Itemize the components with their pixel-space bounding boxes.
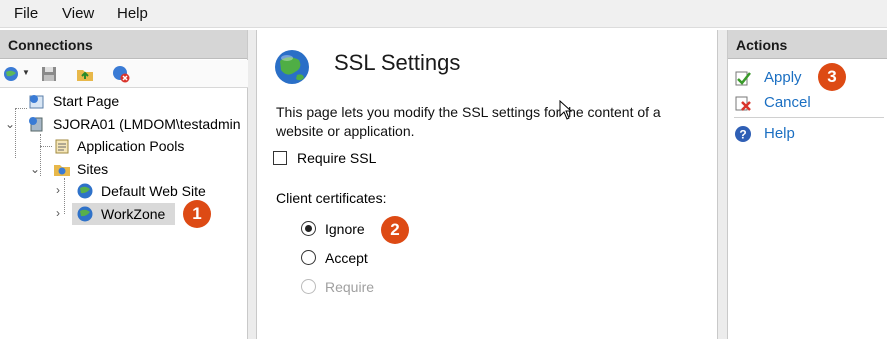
disconnect-icon[interactable] [112, 65, 130, 83]
page-description: This page lets you modify the SSL settin… [276, 104, 661, 139]
connections-toolbar: ▼ [0, 60, 248, 88]
menu-view[interactable]: View [62, 5, 94, 22]
tree-label: Default Web Site [101, 183, 206, 199]
svg-text:?: ? [739, 128, 746, 142]
ssl-settings-panel: SSL Settings This page lets you modify t… [257, 30, 718, 339]
server-icon [29, 117, 43, 132]
radio-ignore-label[interactable]: Ignore [325, 221, 365, 237]
tree-label: Start Page [53, 93, 120, 109]
page-title: SSL Settings [334, 50, 461, 75]
tree-label: Sites [77, 161, 109, 177]
require-ssl-label[interactable]: Require SSL [297, 150, 376, 166]
help-icon: ? [735, 126, 751, 142]
tree-item-start-page[interactable]: Start Page [0, 90, 248, 112]
help-label[interactable]: Help [764, 125, 795, 142]
apply-check-icon [735, 71, 751, 86]
splitter-left[interactable] [248, 30, 257, 339]
connections-header: Connections [0, 30, 247, 59]
client-certificates-label: Client certificates: [276, 190, 387, 206]
apply-label[interactable]: Apply [764, 69, 802, 86]
app-pools-icon [55, 139, 69, 154]
help-action[interactable]: ? Help [728, 123, 887, 145]
globe-back-icon[interactable] [3, 65, 21, 83]
folder-up-icon[interactable] [76, 65, 94, 83]
actions-panel: Actions Apply 3 Cancel ? Help [727, 30, 887, 339]
radio-require-label: Require [325, 279, 375, 295]
actions-header: Actions [728, 30, 887, 59]
radio-accept[interactable] [301, 250, 316, 265]
actions-separator [734, 117, 884, 118]
tree-label: Application Pools [77, 138, 185, 154]
splitter-right[interactable] [718, 30, 727, 339]
apply-action[interactable]: Apply [728, 67, 887, 89]
tree-item-default-web-site[interactable]: › Default Web Site [0, 180, 248, 202]
menu-file[interactable]: File [14, 5, 38, 22]
require-ssl-checkbox[interactable] [273, 151, 287, 165]
cancel-action[interactable]: Cancel [728, 92, 887, 114]
chevron-right-icon[interactable]: › [56, 206, 60, 220]
chevron-right-icon[interactable]: › [56, 183, 60, 197]
dropdown-caret-icon[interactable]: ▼ [22, 68, 30, 77]
tree-label: SJORA01 (LMDOM\testadmin [53, 116, 241, 132]
callout-badge-1: 1 [183, 200, 211, 228]
start-page-icon [29, 95, 44, 109]
chevron-down-icon[interactable]: ⌄ [5, 117, 15, 131]
radio-require [301, 279, 316, 294]
sites-folder-icon [54, 165, 70, 176]
tree-item-app-pools[interactable]: Application Pools [0, 135, 248, 157]
save-icon[interactable] [40, 65, 58, 83]
tree-item-sites[interactable]: ⌄ Sites [0, 158, 248, 180]
callout-badge-3: 3 [818, 63, 846, 91]
site-globe-icon [77, 183, 93, 199]
cancel-label[interactable]: Cancel [764, 94, 811, 111]
ssl-globe-icon [275, 50, 309, 84]
cancel-x-icon [735, 96, 751, 111]
radio-accept-label[interactable]: Accept [325, 250, 368, 266]
site-globe-icon [77, 206, 93, 222]
menu-bar: File View Help [0, 0, 887, 28]
menu-help[interactable]: Help [117, 5, 148, 22]
tree-item-server[interactable]: ⌄ SJORA01 (LMDOM\testadmin [0, 113, 248, 135]
callout-badge-2: 2 [381, 216, 409, 244]
radio-ignore[interactable] [301, 221, 316, 236]
chevron-down-icon[interactable]: ⌄ [30, 162, 40, 176]
connections-panel: Connections ▼ Start Page ⌄ SJORA01 (LMDO… [0, 30, 248, 339]
mouse-cursor-icon [559, 100, 573, 120]
tree-label: WorkZone [101, 206, 166, 222]
